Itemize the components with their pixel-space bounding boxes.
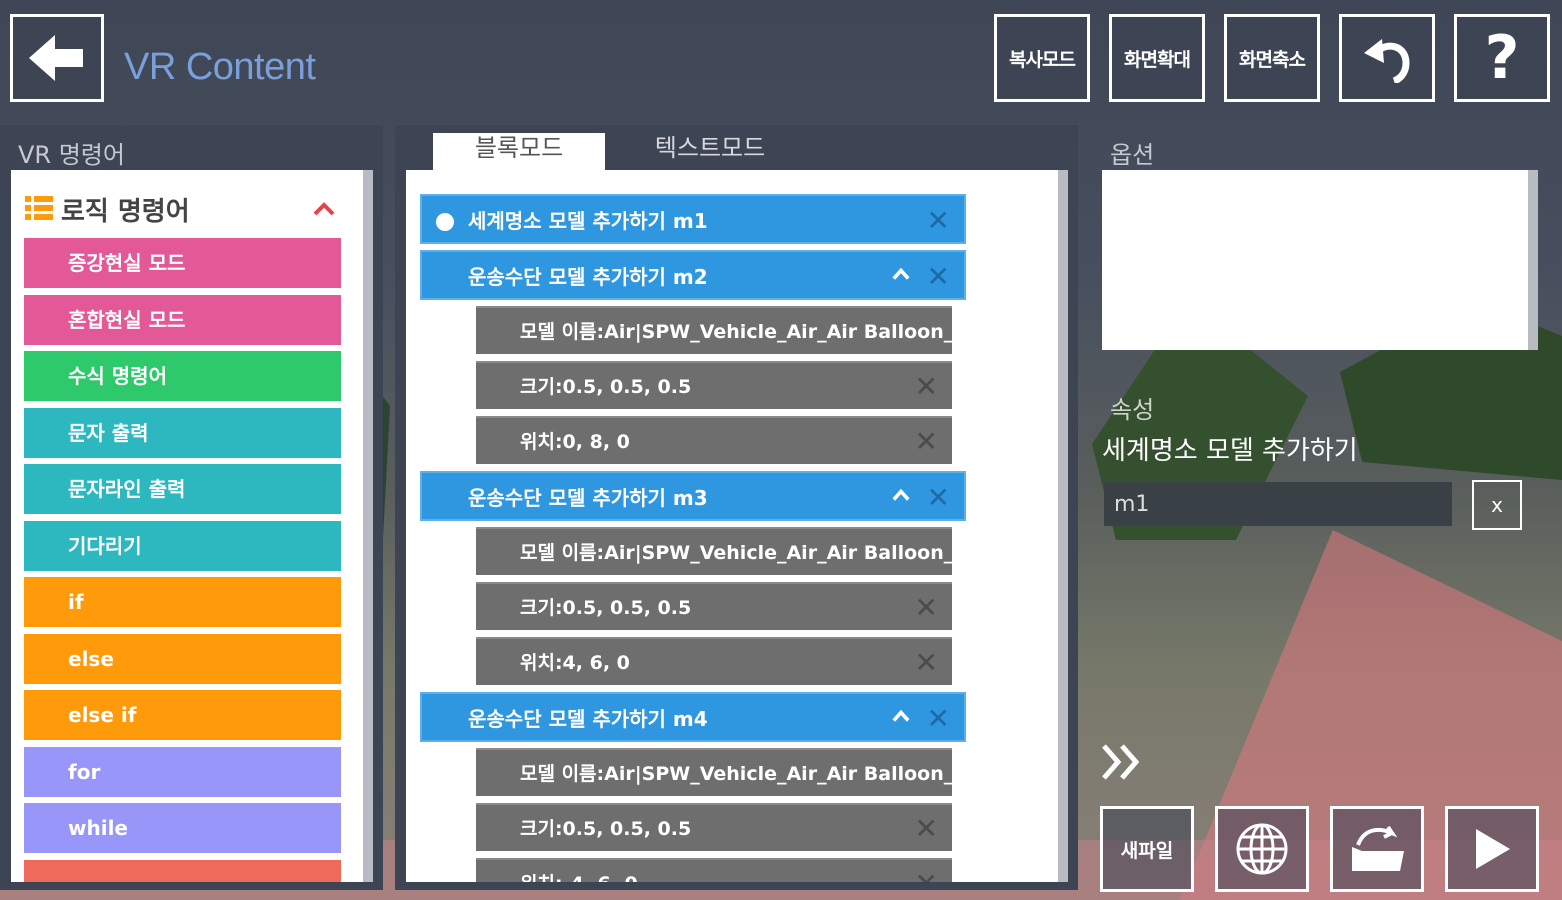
param-position[interactable]: 위치:4, 6, 0 ✕ — [476, 637, 952, 685]
close-icon[interactable]: ✕ — [915, 860, 938, 882]
command-item[interactable]: for — [24, 746, 341, 797]
block-label: 세계명소 모델 추가하기 m1 — [468, 209, 708, 233]
command-item[interactable]: 혼합현실 모드 — [24, 294, 341, 345]
vr-commands-label: VR 명령어 — [18, 141, 125, 169]
close-icon[interactable]: ✕ — [915, 584, 938, 630]
play-icon — [1476, 829, 1510, 869]
globe-button[interactable] — [1215, 806, 1309, 892]
close-icon[interactable]: ✕ — [915, 805, 938, 851]
block-dot-icon — [436, 213, 454, 231]
options-label: 옵션 — [1110, 141, 1155, 169]
back-button[interactable] — [10, 14, 104, 102]
clear-property-button[interactable]: x — [1472, 480, 1522, 530]
command-item[interactable]: 문자 출력 — [24, 407, 341, 458]
command-item[interactable]: while — [24, 803, 341, 853]
command-item[interactable]: 문자라인 출력 — [24, 464, 341, 514]
close-icon[interactable]: ✕ — [915, 363, 938, 409]
block-add-landmark-m1[interactable]: 세계명소 모델 추가하기 m1 ✕ — [420, 194, 966, 244]
close-icon[interactable]: ✕ — [927, 473, 950, 523]
param-label: 모델 이름:Air|SPW_Vehicle_Air_Air Balloon_C — [520, 763, 952, 785]
param-size[interactable]: 크기:0.5, 0.5, 0.5 ✕ — [476, 361, 952, 409]
new-file-label: 새파일 — [1120, 839, 1174, 862]
command-palette: 로직 명령어 증강현실 모드혼합현실 모드수식 명령어문자 출력문자라인 출력기… — [11, 170, 363, 882]
tab-text-mode[interactable]: 텍스트모드 — [610, 133, 810, 171]
double-chevron-right-icon[interactable] — [1100, 742, 1144, 782]
param-model-name[interactable]: 모델 이름:Air|SPW_Vehicle_Air_Air Balloon_C — [476, 306, 952, 354]
param-label: 모델 이름:Air|SPW_Vehicle_Air_Air Balloon_C — [520, 542, 952, 564]
zoom-in-button[interactable]: 화면확대 — [1109, 14, 1205, 102]
chevron-up-icon[interactable] — [892, 486, 910, 504]
undo-icon — [1364, 39, 1410, 83]
command-item[interactable]: if — [24, 577, 341, 627]
command-item[interactable]: else — [24, 633, 341, 684]
globe-icon — [1236, 823, 1288, 875]
chevron-up-icon[interactable] — [892, 265, 910, 283]
editor-scrollbar[interactable] — [1058, 170, 1068, 882]
top-bar: VR Content 복사모드 화면확대 화면축소 ? — [0, 0, 1562, 115]
question-mark-icon: ? — [1484, 23, 1520, 93]
logic-commands-label: 로직 명령어 — [61, 197, 190, 227]
close-icon[interactable]: ✕ — [915, 418, 938, 464]
options-box — [1102, 170, 1528, 350]
param-label: 크기:0.5, 0.5, 0.5 — [520, 376, 692, 398]
arrow-left-icon — [29, 35, 83, 81]
param-model-name[interactable]: 모델 이름:Air|SPW_Vehicle_Air_Air Balloon_C — [476, 527, 952, 575]
param-label: 크기:0.5, 0.5, 0.5 — [520, 597, 692, 619]
list-icon — [25, 196, 53, 220]
close-icon[interactable]: ✕ — [915, 639, 938, 685]
block-label: 운송수단 모델 추가하기 m2 — [468, 265, 708, 289]
param-label: 위치:0, 8, 0 — [520, 431, 630, 453]
app-title: VR Content — [124, 46, 316, 88]
close-icon[interactable]: ✕ — [927, 196, 950, 246]
open-folder-icon — [1352, 825, 1404, 871]
command-item[interactable]: 기다리기 — [24, 520, 341, 571]
tab-block-mode[interactable]: 블록모드 — [433, 133, 605, 171]
block-add-vehicle-m4[interactable]: 운송수단 모델 추가하기 m4 ✕ — [420, 692, 966, 742]
param-size[interactable]: 크기:0.5, 0.5, 0.5 ✕ — [476, 582, 952, 630]
param-model-name[interactable]: 모델 이름:Air|SPW_Vehicle_Air_Air Balloon_C — [476, 748, 952, 796]
param-position[interactable]: 위치:-4, 6, 0 ✕ — [476, 858, 952, 882]
param-label: 위치:4, 6, 0 — [520, 652, 630, 674]
play-button[interactable] — [1445, 806, 1539, 892]
block-label: 운송수단 모델 추가하기 m4 — [468, 707, 708, 731]
param-label: 위치:-4, 6, 0 — [520, 873, 638, 882]
command-item[interactable]: 수식 명령어 — [24, 351, 341, 401]
palette-scrollbar[interactable] — [363, 170, 373, 882]
copy-mode-button[interactable]: 복사모드 — [994, 14, 1090, 102]
options-scrollbar[interactable] — [1528, 170, 1538, 350]
param-label: 크기:0.5, 0.5, 0.5 — [520, 818, 692, 840]
chevron-up-icon[interactable] — [313, 202, 335, 216]
close-icon[interactable]: ✕ — [927, 694, 950, 744]
param-position[interactable]: 위치:0, 8, 0 ✕ — [476, 416, 952, 464]
properties-label: 속성 — [1110, 396, 1155, 424]
open-folder-button[interactable] — [1330, 806, 1424, 892]
command-item[interactable]: 증강현실 모드 — [24, 238, 341, 288]
logic-commands-header[interactable]: 로직 명령어 — [25, 188, 345, 228]
close-icon[interactable]: ✕ — [927, 252, 950, 302]
param-label: 모델 이름:Air|SPW_Vehicle_Air_Air Balloon_C — [520, 321, 952, 343]
new-file-button[interactable]: 새파일 — [1100, 806, 1194, 892]
block-add-vehicle-m3[interactable]: 운송수단 모델 추가하기 m3 ✕ — [420, 471, 966, 521]
help-button[interactable]: ? — [1454, 14, 1550, 102]
block-label: 운송수단 모델 추가하기 m3 — [468, 486, 708, 510]
zoom-out-button[interactable]: 화면축소 — [1224, 14, 1320, 102]
command-item[interactable]: else if — [24, 690, 341, 740]
block-editor: 세계명소 모델 추가하기 m1 ✕ 운송수단 모델 추가하기 m2 ✕ 모델 이… — [406, 170, 1058, 882]
block-add-vehicle-m2[interactable]: 운송수단 모델 추가하기 m2 ✕ — [420, 250, 966, 300]
param-size[interactable]: 크기:0.5, 0.5, 0.5 ✕ — [476, 803, 952, 851]
chevron-up-icon[interactable] — [892, 707, 910, 725]
property-value-input[interactable] — [1104, 482, 1452, 526]
property-title: 세계명소 모델 추가하기 — [1102, 436, 1358, 466]
command-item-partial[interactable] — [24, 860, 341, 882]
undo-button[interactable] — [1339, 14, 1435, 102]
